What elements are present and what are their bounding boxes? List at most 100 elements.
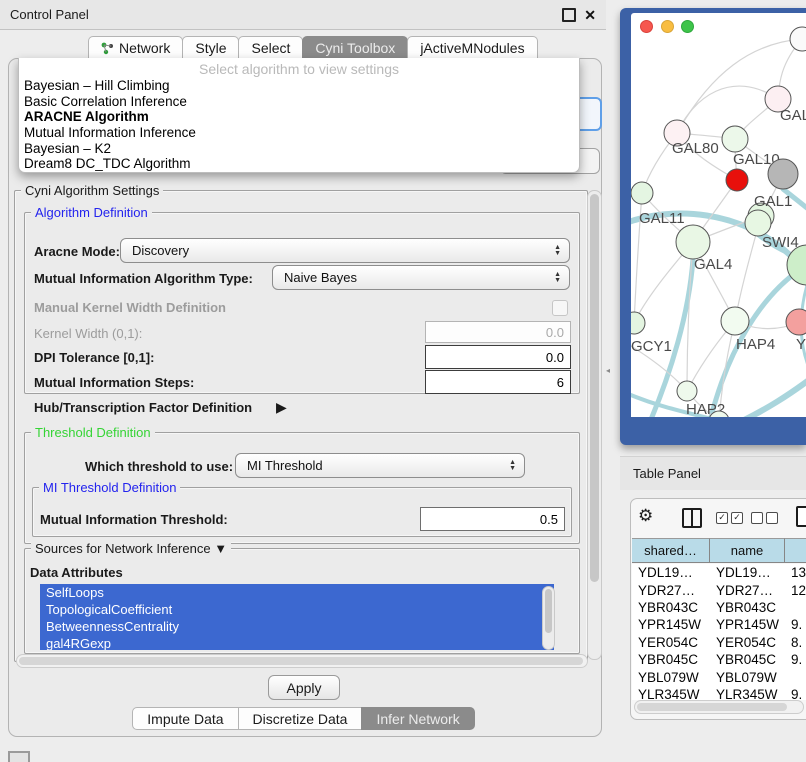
node-hap4[interactable] [721, 307, 749, 335]
network-view-canvas[interactable]: GALGAL80GAL10GAL1GAL11GAL4SWI4GCY1HAP4YH… [631, 13, 806, 417]
tab-label: Network [119, 40, 170, 56]
deselect-all-checkbox-icon[interactable] [751, 512, 763, 524]
panel-title: Control Panel [10, 7, 89, 22]
dpi-tolerance-input[interactable] [425, 345, 571, 369]
node-gal10[interactable] [722, 126, 748, 152]
attributes-scrollbar[interactable] [542, 586, 555, 650]
manual-kernel-checkbox[interactable] [552, 300, 568, 316]
data-attributes-list: SelfLoopsTopologicalCoefficientBetweenne… [40, 584, 554, 650]
node-red[interactable] [726, 169, 748, 191]
close-icon[interactable]: ✕ [584, 10, 596, 20]
tab-style[interactable]: Style [182, 36, 239, 59]
node-gray[interactable] [768, 159, 798, 189]
split-columns-icon[interactable] [682, 508, 702, 528]
close-traffic-light-icon[interactable] [640, 20, 653, 33]
expand-right-icon[interactable]: ▶ [276, 399, 287, 416]
tab-label: jActiveMNodules [420, 40, 524, 56]
table-row[interactable]: YBL079WYBL079W [632, 668, 806, 685]
float-window-icon[interactable] [562, 8, 576, 22]
sources-title-text: Sources for Network Inference [35, 541, 211, 556]
column-header[interactable] [785, 538, 806, 563]
attribute-item[interactable]: SelfLoops [40, 584, 554, 601]
tab-network[interactable]: Network [88, 36, 183, 59]
table-cell: YER054C [710, 635, 785, 650]
table-row[interactable]: YLR345WYLR345W9. [632, 686, 806, 700]
algorithm-option[interactable]: Bayesian – K2 [19, 141, 579, 157]
table-row[interactable]: YDL19…YDL19…13 [632, 564, 806, 581]
node-gal-partial-label: GAL [780, 107, 806, 124]
table-row[interactable]: YBR045CYBR045C9. [632, 651, 806, 668]
algorithm-option[interactable]: Mutual Information Inference [19, 125, 579, 141]
table-row[interactable]: YBR043CYBR043C [632, 599, 806, 616]
mi-steps-input[interactable] [425, 370, 571, 394]
tab-discretize-data[interactable]: Discretize Data [238, 707, 363, 730]
which-threshold-combo[interactable]: MI Threshold ▲▼ [235, 453, 525, 478]
node-gal4[interactable] [676, 225, 710, 259]
settings-hscrollbar[interactable] [16, 654, 588, 668]
split-collapse-icon[interactable]: ◂ [606, 366, 610, 375]
settings-scrollbar[interactable] [587, 190, 602, 660]
table-hscrollbar[interactable] [634, 700, 804, 714]
network-edge [727, 363, 806, 417]
table-cell: 9. [785, 652, 806, 667]
node-gcy1[interactable] [631, 312, 645, 334]
node-swi4[interactable] [745, 210, 771, 236]
kernel-width-input[interactable] [425, 321, 571, 343]
data-attributes-label: Data Attributes [30, 565, 123, 580]
node-salmon-label: Y [796, 336, 806, 353]
attribute-item[interactable]: TopologicalCoefficient [40, 601, 554, 618]
table-cell: YBL079W [710, 670, 785, 685]
node-gal80-label: GAL80 [672, 140, 719, 157]
algorithm-option[interactable]: ARACNE Algorithm [19, 109, 579, 125]
network-graph[interactable]: GALGAL80GAL10GAL1GAL11GAL4SWI4GCY1HAP4YH… [631, 13, 806, 417]
mi-algorithm-type-value: Naive Bayes [284, 270, 554, 285]
table-row[interactable]: YPR145WYPR145W9. [632, 616, 806, 633]
select-all-checkbox-icon[interactable]: ✓ [716, 512, 728, 524]
aracne-mode-combo[interactable]: Discovery ▲▼ [120, 238, 570, 263]
tab-impute-data[interactable]: Impute Data [132, 707, 238, 730]
table-cell: 12 [785, 583, 806, 598]
minimize-traffic-light-icon[interactable] [661, 20, 674, 33]
settings-gear-icon[interactable]: ⚙ [638, 506, 653, 526]
hub-section-label: Hub/Transcription Factor Definition [34, 400, 252, 415]
algorithm-option[interactable]: Basic Correlation Inference [19, 94, 579, 110]
node-top-right[interactable] [790, 27, 806, 51]
node-salmon[interactable] [786, 309, 806, 335]
collapse-down-icon[interactable]: ▼ [214, 541, 227, 556]
node-hap2[interactable] [677, 381, 697, 401]
node-gal11[interactable] [631, 182, 653, 204]
column-header[interactable]: name [710, 538, 785, 563]
mi-threshold-input[interactable] [420, 507, 565, 531]
node-gcy1-label: GCY1 [631, 338, 672, 355]
table-cell: YBR045C [632, 652, 710, 667]
tab-jactivemnodules[interactable]: jActiveMNodules [407, 36, 537, 59]
apply-button[interactable]: Apply [268, 675, 340, 700]
clipped-icon[interactable] [796, 506, 806, 527]
zoom-traffic-light-icon[interactable] [681, 20, 694, 33]
table-cell: YBL079W [632, 670, 710, 685]
tab-select[interactable]: Select [238, 36, 303, 59]
node-gal11-label: GAL11 [639, 210, 685, 227]
column-header[interactable]: shared… [632, 538, 710, 563]
tab-cyni-toolbox[interactable]: Cyni Toolbox [302, 36, 408, 59]
cyni-mode-tabs: Impute DataDiscretize DataInfer Network [0, 707, 606, 730]
deselect-all-checkbox-icon[interactable] [766, 512, 778, 524]
cyni-settings-title: Cyni Algorithm Settings [21, 183, 163, 198]
combo-arrows-icon: ▲▼ [509, 460, 516, 471]
attribute-item[interactable]: gal4RGexp [40, 635, 554, 650]
mini-panel-icon[interactable] [8, 751, 30, 762]
select-all-checkbox-icon[interactable]: ✓ [731, 512, 743, 524]
mi-steps-label: Mutual Information Steps: [34, 375, 194, 390]
attribute-item[interactable]: BetweennessCentrality [40, 618, 554, 635]
algorithm-option[interactable]: Dream8 DC_TDC Algorithm [19, 156, 579, 172]
table-cell: YER054C [632, 635, 710, 650]
mi-algorithm-type-combo[interactable]: Naive Bayes ▲▼ [272, 265, 570, 290]
which-threshold-label: Which threshold to use: [85, 459, 233, 474]
tab-infer-network[interactable]: Infer Network [361, 707, 474, 730]
manual-kernel-label: Manual Kernel Width Definition [34, 300, 226, 315]
algorithm-option[interactable]: Bayesian – Hill Climbing [19, 78, 579, 94]
screen: Control Panel ✕ Network StyleSelectCyni T… [0, 0, 806, 762]
table-row[interactable]: YDR27…YDR27…12 [632, 581, 806, 598]
mi-threshold-group-title: MI Threshold Definition [39, 480, 180, 495]
table-row[interactable]: YER054CYER054C8. [632, 634, 806, 651]
